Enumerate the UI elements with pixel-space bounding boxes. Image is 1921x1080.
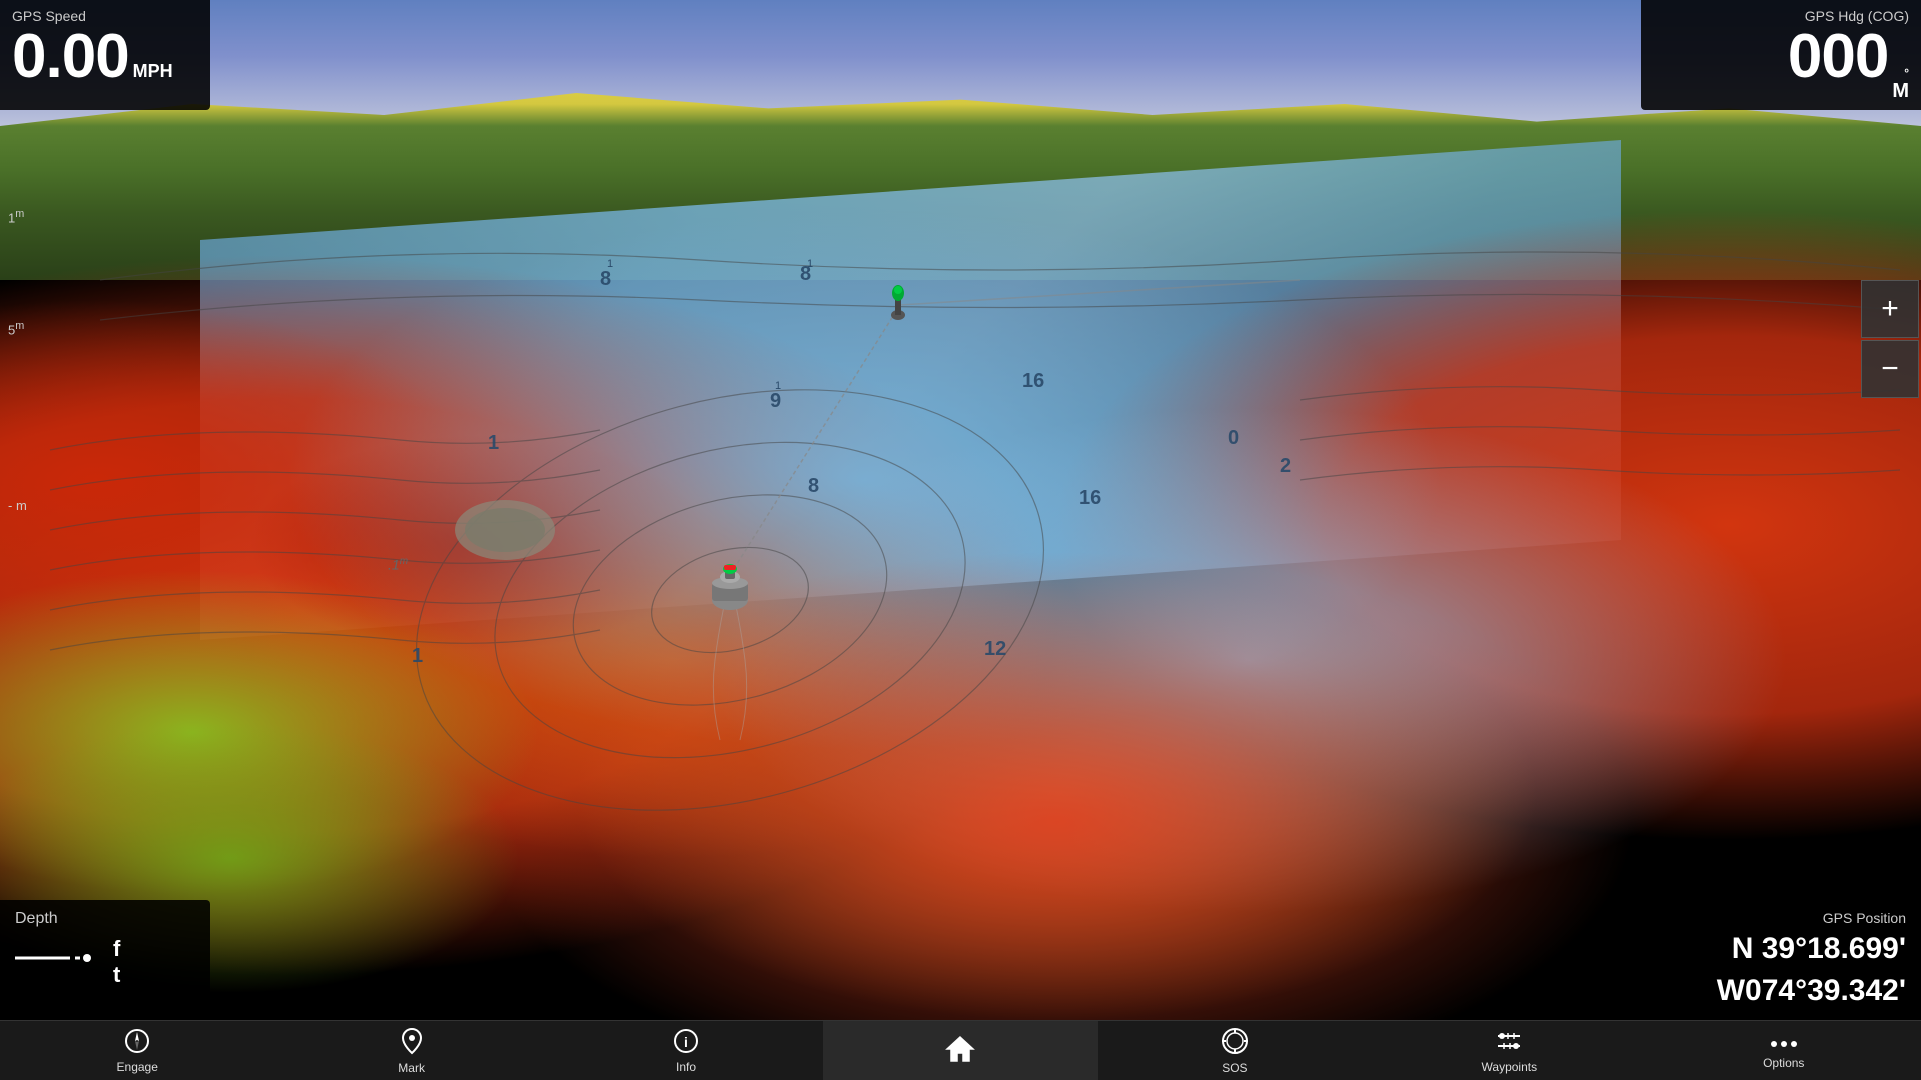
nav-label-options: Options — [1763, 1056, 1804, 1070]
nav-item-sos[interactable]: SOS — [1098, 1021, 1372, 1080]
depth-label-0: 0 — [1228, 427, 1239, 450]
nav-marker-green — [887, 283, 909, 321]
home-icon — [945, 1035, 975, 1067]
zoom-controls: + − — [1861, 280, 1921, 398]
zoom-out-button[interactable]: − — [1861, 340, 1919, 398]
map-area[interactable]: 9 8 8 16 1 8 12 16 2 1 0 1 1 1 1m 5m - m… — [0, 0, 1921, 1020]
depth-marker-point1: .1m — [388, 556, 408, 573]
gps-speed-unit-mph: MPH — [133, 62, 173, 82]
nav-item-home[interactable] — [823, 1021, 1097, 1080]
nav-item-waypoints[interactable]: Waypoints — [1372, 1021, 1646, 1080]
depth-label-16a: 16 — [1022, 370, 1044, 393]
nav-bar: Engage Mark i Info — [0, 1020, 1921, 1080]
depth-dash-indicator — [15, 948, 105, 976]
depth-label-8a: 8 — [600, 268, 611, 291]
boat-icon — [705, 555, 755, 620]
depth-label-1b: 1 — [412, 645, 423, 668]
depth-sublabel-8b-sub: 1 — [807, 258, 813, 270]
depth-label-9: 9 — [770, 390, 781, 413]
gps-lon: W074°39.342' — [1626, 971, 1906, 1010]
gps-heading-unit: M — [1892, 80, 1909, 102]
scale-5m: 5m — [8, 320, 24, 337]
nav-item-info[interactable]: i Info — [549, 1021, 823, 1080]
depth-label-2: 2 — [1280, 455, 1291, 478]
scale-m: - m — [8, 498, 27, 513]
zoom-in-button[interactable]: + — [1861, 280, 1919, 338]
depth-widget: Depth f t — [0, 900, 210, 1020]
gps-speed-value: 0.00 — [12, 26, 129, 88]
gps-position-label: GPS Position — [1626, 910, 1906, 926]
gps-position-widget: GPS Position N 39°18.699' W074°39.342' — [1611, 900, 1921, 1020]
dots-icon — [1769, 1032, 1799, 1054]
depth-label-1a: 1 — [488, 432, 499, 455]
depth-label-text: Depth — [15, 910, 195, 928]
nav-label-waypoints: Waypoints — [1482, 1060, 1538, 1074]
sos-icon — [1220, 1027, 1250, 1059]
depth-label-12: 12 — [984, 638, 1006, 661]
nav-label-sos: SOS — [1222, 1061, 1247, 1075]
depth-label-8c: 8 — [808, 475, 819, 498]
gps-heading-widget: GPS Hdg (COG) 000 ° M — [1641, 0, 1921, 110]
depth-unit-f: f — [113, 936, 120, 962]
depth-sublabel-8a-sub: 1 — [607, 258, 613, 270]
depth-label-16b: 16 — [1079, 487, 1101, 510]
svg-text:i: i — [684, 1034, 688, 1050]
gps-speed-widget: GPS Speed 0.00 MPH — [0, 0, 210, 110]
pin-icon — [401, 1027, 423, 1059]
nav-label-engage: Engage — [117, 1060, 158, 1074]
nav-label-info: Info — [676, 1060, 696, 1074]
compass-icon — [124, 1028, 150, 1058]
gps-lat: N 39°18.699' — [1626, 929, 1906, 968]
depth-unit-t: t — [113, 962, 120, 988]
nav-item-engage[interactable]: Engage — [0, 1021, 274, 1080]
depth-chart-svg — [0, 0, 1921, 1020]
nav-item-options[interactable]: Options — [1647, 1021, 1921, 1080]
depth-sublabel-9: 1 — [775, 380, 781, 392]
info-icon: i — [673, 1028, 699, 1058]
gps-heading-value: 000 — [1788, 26, 1888, 88]
waypoints-icon — [1494, 1028, 1524, 1058]
nav-item-mark[interactable]: Mark — [274, 1021, 548, 1080]
nav-label-mark: Mark — [398, 1061, 425, 1075]
main-screen: 9 8 8 16 1 8 12 16 2 1 0 1 1 1 1m 5m - m… — [0, 0, 1921, 1080]
scale-1m: 1m — [8, 208, 24, 225]
